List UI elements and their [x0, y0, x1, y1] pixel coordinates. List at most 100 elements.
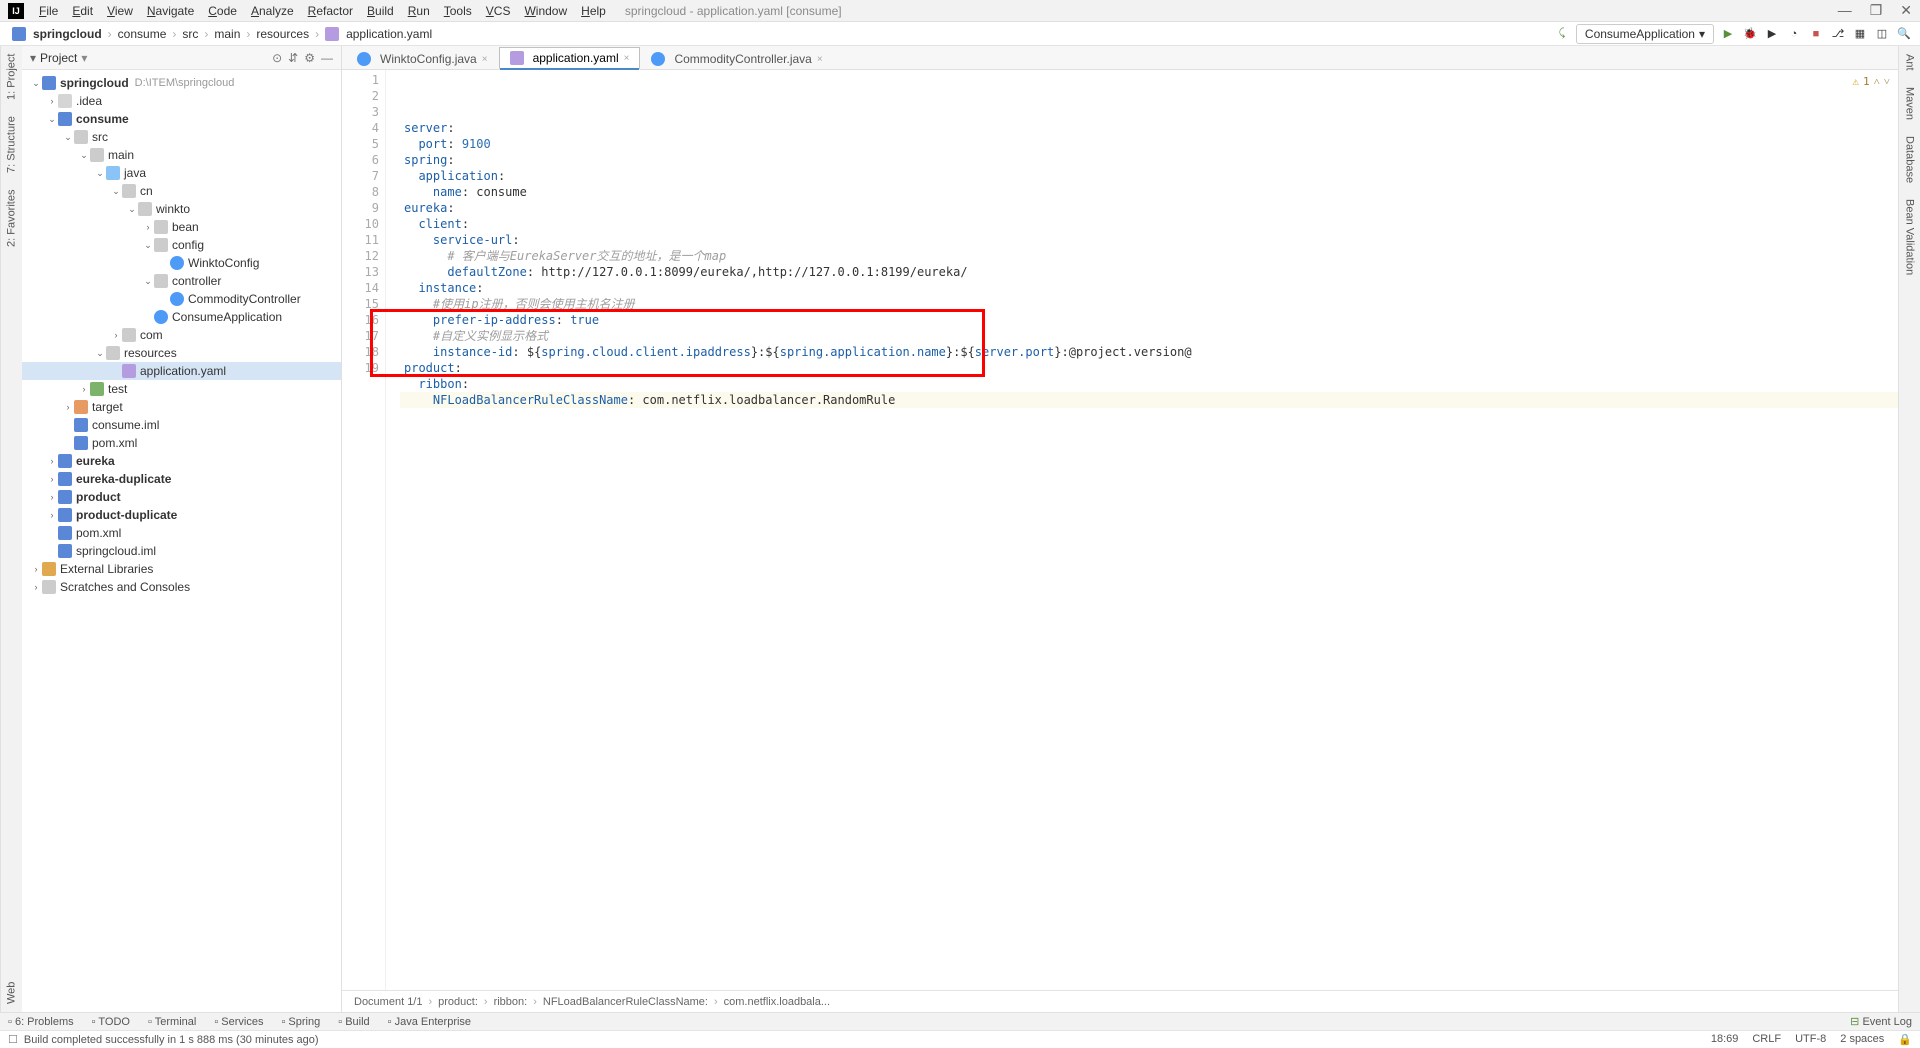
breadcrumb-item[interactable]: src [178, 25, 202, 43]
stop-icon[interactable]: ■ [1808, 26, 1824, 42]
tree-item-cn[interactable]: ⌄cn [22, 182, 341, 200]
tree-item-consume[interactable]: ⌄consume [22, 110, 341, 128]
menu-run[interactable]: Run [401, 2, 437, 20]
editor-crumb[interactable]: NFLoadBalancerRuleClassName: [543, 996, 708, 1008]
code-line-2[interactable]: port: 9100 [400, 136, 1898, 152]
menu-tools[interactable]: Tools [437, 2, 479, 20]
code-line-12[interactable]: #使用ip注册，否则会使用主机名注册 [400, 296, 1898, 312]
breadcrumb-item[interactable]: main [210, 25, 244, 43]
indent[interactable]: 2 spaces [1840, 1033, 1884, 1046]
code-line-17[interactable]: ribbon: [400, 376, 1898, 392]
tree-item-src[interactable]: ⌄src [22, 128, 341, 146]
project-chevron-icon[interactable]: ▾ [30, 51, 36, 65]
editor-crumb[interactable]: product: [438, 996, 478, 1008]
tree-item-winkto[interactable]: ⌄winkto [22, 200, 341, 218]
line-separator[interactable]: CRLF [1752, 1033, 1781, 1046]
menu-view[interactable]: View [100, 2, 140, 20]
bottom-tab-6--problems[interactable]: ▫ 6: Problems [8, 1016, 74, 1028]
menu-build[interactable]: Build [360, 2, 401, 20]
tree-item-controller[interactable]: ⌄controller [22, 272, 341, 290]
bottom-tab-services[interactable]: ▫ Services [214, 1016, 263, 1028]
menu-refactor[interactable]: Refactor [301, 2, 360, 20]
code-line-13[interactable]: prefer-ip-address: true [400, 312, 1898, 328]
tree-item-external-libraries[interactable]: ›External Libraries [22, 560, 341, 578]
tab-application-yaml[interactable]: application.yaml× [499, 47, 641, 70]
code-line-7[interactable]: client: [400, 216, 1898, 232]
menu-code[interactable]: Code [201, 2, 244, 20]
code-line-14[interactable]: #自定义实例显示格式 [400, 328, 1898, 344]
inspect-down-icon[interactable]: ˅ [1884, 74, 1890, 90]
database-tool[interactable]: Database [1904, 136, 1916, 183]
code-line-16[interactable]: product: [400, 360, 1898, 376]
tree-item-com[interactable]: ›com [22, 326, 341, 344]
encoding[interactable]: UTF-8 [1795, 1033, 1826, 1046]
code-line-5[interactable]: name: consume [400, 184, 1898, 200]
right-rail[interactable]: Ant Maven Database Bean Validation [1898, 46, 1920, 1012]
tree-item-config[interactable]: ⌄config [22, 236, 341, 254]
beanvalidation-tool[interactable]: Bean Validation [1904, 199, 1916, 275]
tree-item-springcloud[interactable]: ⌄springcloudD:\ITEM\springcloud [22, 74, 341, 92]
tab-winktoconfig-java[interactable]: WinktoConfig.java× [346, 48, 499, 69]
menu-navigate[interactable]: Navigate [140, 2, 201, 20]
breadcrumb-item[interactable]: springcloud [8, 25, 106, 43]
breadcrumb-item[interactable]: consume [114, 25, 171, 43]
code-line-3[interactable]: spring: [400, 152, 1898, 168]
menu-vcs[interactable]: VCS [479, 2, 518, 20]
tree-item-eureka[interactable]: ›eureka [22, 452, 341, 470]
inspection-badge[interactable]: ⚠ 1 ˄ ˅ [1852, 74, 1890, 90]
editor-crumb[interactable]: ribbon: [494, 996, 528, 1008]
code-line-10[interactable]: defaultZone: http://127.0.0.1:8099/eurek… [400, 264, 1898, 280]
editor-crumb[interactable]: Document 1/1 [354, 996, 422, 1008]
project-tool[interactable]: 1: Project [6, 54, 18, 100]
menu-file[interactable]: File [32, 2, 65, 20]
code-line-18[interactable]: NFLoadBalancerRuleClassName: com.netflix… [400, 392, 1898, 408]
target-icon[interactable]: ⊙ [272, 51, 282, 65]
project-tree[interactable]: ⌄springcloudD:\ITEM\springcloud›.idea⌄co… [22, 70, 341, 1012]
project-combo-chevron-icon[interactable]: ▾ [81, 51, 87, 65]
web-tool[interactable]: Web [6, 982, 18, 1004]
inspect-up-icon[interactable]: ˄ [1874, 74, 1880, 90]
tree-item-resources[interactable]: ⌄resources [22, 344, 341, 362]
run-icon[interactable]: ▶ [1720, 26, 1736, 42]
tree-item-main[interactable]: ⌄main [22, 146, 341, 164]
menu-edit[interactable]: Edit [65, 2, 100, 20]
profiler-icon[interactable]: ◔ [1786, 26, 1802, 42]
breadcrumb[interactable]: springcloud›consume›src›main›resources›a… [8, 25, 436, 43]
tree-item-bean[interactable]: ›bean [22, 218, 341, 236]
code-line-4[interactable]: application: [400, 168, 1898, 184]
code-line-15[interactable]: instance-id: ${spring.cloud.client.ipadd… [400, 344, 1898, 360]
tree-item-pom-xml[interactable]: pom.xml [22, 434, 341, 452]
tree-item-product-duplicate[interactable]: ›product-duplicate [22, 506, 341, 524]
run-coverage-icon[interactable]: ▶ [1764, 26, 1780, 42]
expand-icon[interactable]: ⇵ [288, 51, 298, 65]
run-config-combo[interactable]: ConsumeApplication ▾ [1576, 24, 1714, 44]
breadcrumb-item[interactable]: resources [252, 25, 313, 43]
maximize-icon[interactable]: ❐ [1870, 2, 1883, 19]
hide-panel-icon[interactable]: — [321, 51, 333, 65]
tree-item-product[interactable]: ›product [22, 488, 341, 506]
tree-item-consumeapplication[interactable]: ConsumeApplication [22, 308, 341, 326]
tree-item-java[interactable]: ⌄java [22, 164, 341, 182]
code-line-9[interactable]: # 客户端与EurekaServer交互的地址，是一个map [400, 248, 1898, 264]
rebuild-icon[interactable]: ⤹ [1554, 26, 1570, 42]
gear-icon[interactable]: ⚙ [304, 51, 315, 65]
bottom-tab-spring[interactable]: ▫ Spring [281, 1016, 320, 1028]
breadcrumb-item[interactable]: application.yaml [321, 25, 436, 43]
close-tab-icon[interactable]: × [817, 54, 823, 65]
ant-tool[interactable]: Ant [1904, 54, 1916, 71]
event-log-button[interactable]: ⊟ Event Log [1850, 1015, 1912, 1028]
menu-window[interactable]: Window [517, 2, 574, 20]
bottom-tab-java-enterprise[interactable]: ▫ Java Enterprise [388, 1016, 471, 1028]
bottom-toolbar[interactable]: ▫ 6: Problems▫ TODO▫ Terminal▫ Services▫… [0, 1012, 1920, 1030]
tab-commoditycontroller-java[interactable]: CommodityController.java× [640, 48, 833, 69]
editor-crumb[interactable]: com.netflix.loadbala... [724, 996, 830, 1008]
tree-item-scratches-and-consoles[interactable]: ›Scratches and Consoles [22, 578, 341, 596]
bottom-tab-build[interactable]: ▫ Build [338, 1016, 369, 1028]
tbd1-icon[interactable]: ▦ [1852, 26, 1868, 42]
debug-icon[interactable]: 🐞 [1742, 26, 1758, 42]
editor-tabs[interactable]: WinktoConfig.java×application.yaml×Commo… [342, 46, 1898, 70]
tree-item-application-yaml[interactable]: application.yaml [22, 362, 341, 380]
cursor-position[interactable]: 18:69 [1711, 1033, 1739, 1046]
code-line-1[interactable]: server: [400, 120, 1898, 136]
fold-column[interactable] [386, 70, 400, 990]
